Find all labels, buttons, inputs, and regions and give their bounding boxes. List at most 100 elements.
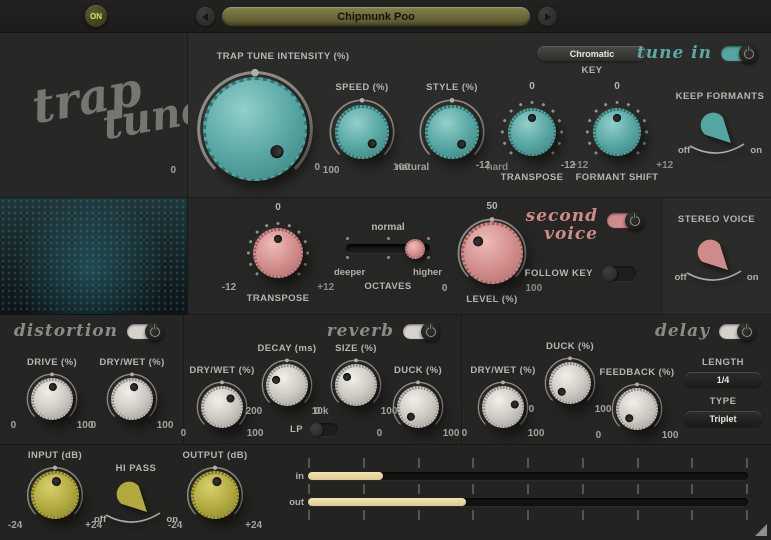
stereo-voice-lever[interactable]: offon [675, 235, 759, 283]
knob-indicator-dot [510, 400, 519, 409]
length-value: 1/4 [717, 375, 730, 385]
transpose-label: TRANSPOSE [501, 172, 564, 183]
preset-next-button[interactable] [538, 7, 557, 26]
preset-selector[interactable]: Chipmunk Poo [222, 7, 530, 26]
delay-section: delay DRY/WET (%) 0100 DUCK (%) 0100 FEE… [462, 315, 771, 445]
speed-knob[interactable]: 0100 [326, 96, 398, 168]
knob-indicator-dot [211, 477, 221, 487]
sv-transpose-knob-group: 0 -12+12 TRANSPOSE [241, 202, 315, 304]
sv-transpose-label: TRANSPOSE [247, 293, 310, 304]
distortion-toggle[interactable] [127, 324, 161, 339]
size-knob[interactable]: 0100 [328, 357, 384, 413]
octaves-slider[interactable] [346, 244, 430, 253]
delay-toggle[interactable] [719, 324, 753, 339]
toggle-handle [602, 266, 617, 281]
sv-transpose-knob[interactable]: -12+12 [241, 216, 315, 290]
power-icon [737, 322, 756, 341]
decay-knob[interactable]: 20010k [259, 357, 315, 413]
knob-indicator-dot [342, 372, 353, 383]
output-label: OUTPUT (dB) [182, 450, 247, 462]
delay-title: delay [655, 323, 710, 340]
transpose-knob[interactable]: -12+12 [495, 95, 569, 169]
hipass-control: HI PASS offon [97, 463, 175, 525]
second-voice-section: 0 -12+12 TRANSPOSE normal deeperhigher O… [188, 198, 662, 315]
reverb-section: reverb DRY/WET (%) 0100 DECAY (ms) 20010… [184, 315, 462, 445]
deeper-label: deeper [334, 267, 365, 278]
dist-drywet-label: DRY/WET (%) [99, 357, 164, 369]
lever-pointer [680, 108, 760, 160]
sv-level-knob[interactable]: 0100 [454, 215, 530, 291]
feedback-label: FEEDBACK (%) [600, 367, 675, 379]
delay-drywet-knob[interactable]: 0100 [475, 379, 531, 435]
follow-key-toggle[interactable] [602, 266, 636, 281]
keep-formants-control: KEEP FORMANTS offon [674, 91, 766, 156]
delay-drywet-knob-group: DRY/WET (%) 0100 [475, 365, 531, 435]
formant-shift-knob-group: 0 -12+12 FORMANT SHIFT [580, 81, 654, 183]
trap-tune-plugin-window: ON Chipmunk Poo trap tune TRAP TUNE INTE… [0, 0, 771, 540]
rev-drywet-label: DRY/WET (%) [189, 365, 254, 377]
drive-knob[interactable]: 0100 [24, 371, 80, 427]
length-dropdown[interactable]: 1/4 [684, 372, 762, 387]
style-knob[interactable]: naturalhard [416, 96, 488, 168]
size-knob-group: SIZE (%) 0100 [328, 343, 384, 413]
key-label: KEY [537, 65, 647, 76]
rev-duck-knob[interactable]: 0100 [390, 379, 446, 435]
input-knob[interactable]: -24+24 [24, 464, 86, 526]
power-on-label: ON [90, 12, 102, 21]
rev-drywet-knob[interactable]: 0100 [194, 379, 250, 435]
arrow-left-icon [202, 13, 208, 21]
formant-shift-knob[interactable]: -12+12 [580, 95, 654, 169]
lp-label: LP [290, 424, 303, 435]
feedback-knob[interactable]: 0100 [609, 381, 665, 437]
dist-drywet-knob-group: DRY/WET (%) 0100 [104, 357, 160, 427]
hipass-lever[interactable]: offon [94, 477, 178, 525]
trap-tune-intensity-knob[interactable]: 0100 [191, 65, 319, 193]
type-label: TYPE [710, 396, 737, 407]
input-meter-fill [308, 472, 383, 480]
power-on-button[interactable]: ON [85, 5, 107, 27]
resize-handle[interactable] [755, 524, 767, 536]
keep-formants-lever[interactable]: offon [678, 108, 762, 156]
soundevice-badge-panel: SOUNDEVICE [0, 198, 188, 315]
power-icon [625, 211, 644, 230]
distortion-title: distortion [14, 323, 118, 340]
distortion-section: distortion DRIVE (%) 0100 DRY/WET (%) 01… [0, 315, 184, 445]
formant-shift-label: FORMANT SHIFT [576, 172, 659, 183]
follow-key-label: FOLLOW KEY [525, 268, 593, 279]
lp-toggle[interactable] [310, 423, 338, 436]
speed-label: SPEED (%) [335, 82, 388, 94]
meter-out-label: out [284, 497, 304, 508]
formant-zero-label: 0 [614, 81, 620, 93]
knob-indicator-dot [268, 142, 286, 160]
decay-knob-group: DECAY (ms) 20010k [259, 343, 315, 413]
type-dropdown[interactable]: Triplet [684, 411, 762, 426]
key-dropdown[interactable]: Chromatic [537, 46, 647, 61]
knob-indicator-dot [456, 138, 469, 151]
logo-panel: trap tune [0, 33, 188, 198]
arrow-right-icon [545, 13, 551, 21]
stereo-voice-section: STEREO VOICE offon [662, 198, 771, 315]
knob-indicator-dot [624, 412, 635, 423]
drive-knob-group: DRIVE (%) 0100 [24, 357, 80, 427]
power-icon [145, 322, 164, 341]
sv-level-knob-group: 50 0100 LEVEL (%) [454, 201, 530, 305]
trap-tune-logo: trap tune [11, 55, 210, 161]
delay-duck-label: DUCK (%) [546, 341, 594, 353]
dist-drywet-knob[interactable]: 0100 [104, 371, 160, 427]
transpose-zero-label: 0 [529, 81, 535, 93]
tune-in-toggle[interactable] [721, 46, 755, 61]
delay-duck-knob[interactable]: 0100 [542, 355, 598, 411]
octaves-slider-handle[interactable] [405, 239, 425, 259]
output-knob[interactable]: -24+24 [184, 464, 246, 526]
output-meter [308, 498, 748, 506]
meter-in-label: in [284, 471, 304, 482]
tune-in-title: tune in [637, 45, 712, 62]
drive-label: DRIVE (%) [27, 357, 77, 369]
style-knob-group: STYLE (%) naturalhard [416, 82, 488, 168]
title-bar: ON Chipmunk Poo [0, 0, 771, 33]
preset-prev-button[interactable] [196, 7, 215, 26]
second-voice-toggle[interactable] [607, 213, 641, 228]
reverb-title: reverb [327, 323, 394, 340]
reverb-toggle[interactable] [403, 324, 437, 339]
slider-ticks-bottom [337, 256, 439, 260]
